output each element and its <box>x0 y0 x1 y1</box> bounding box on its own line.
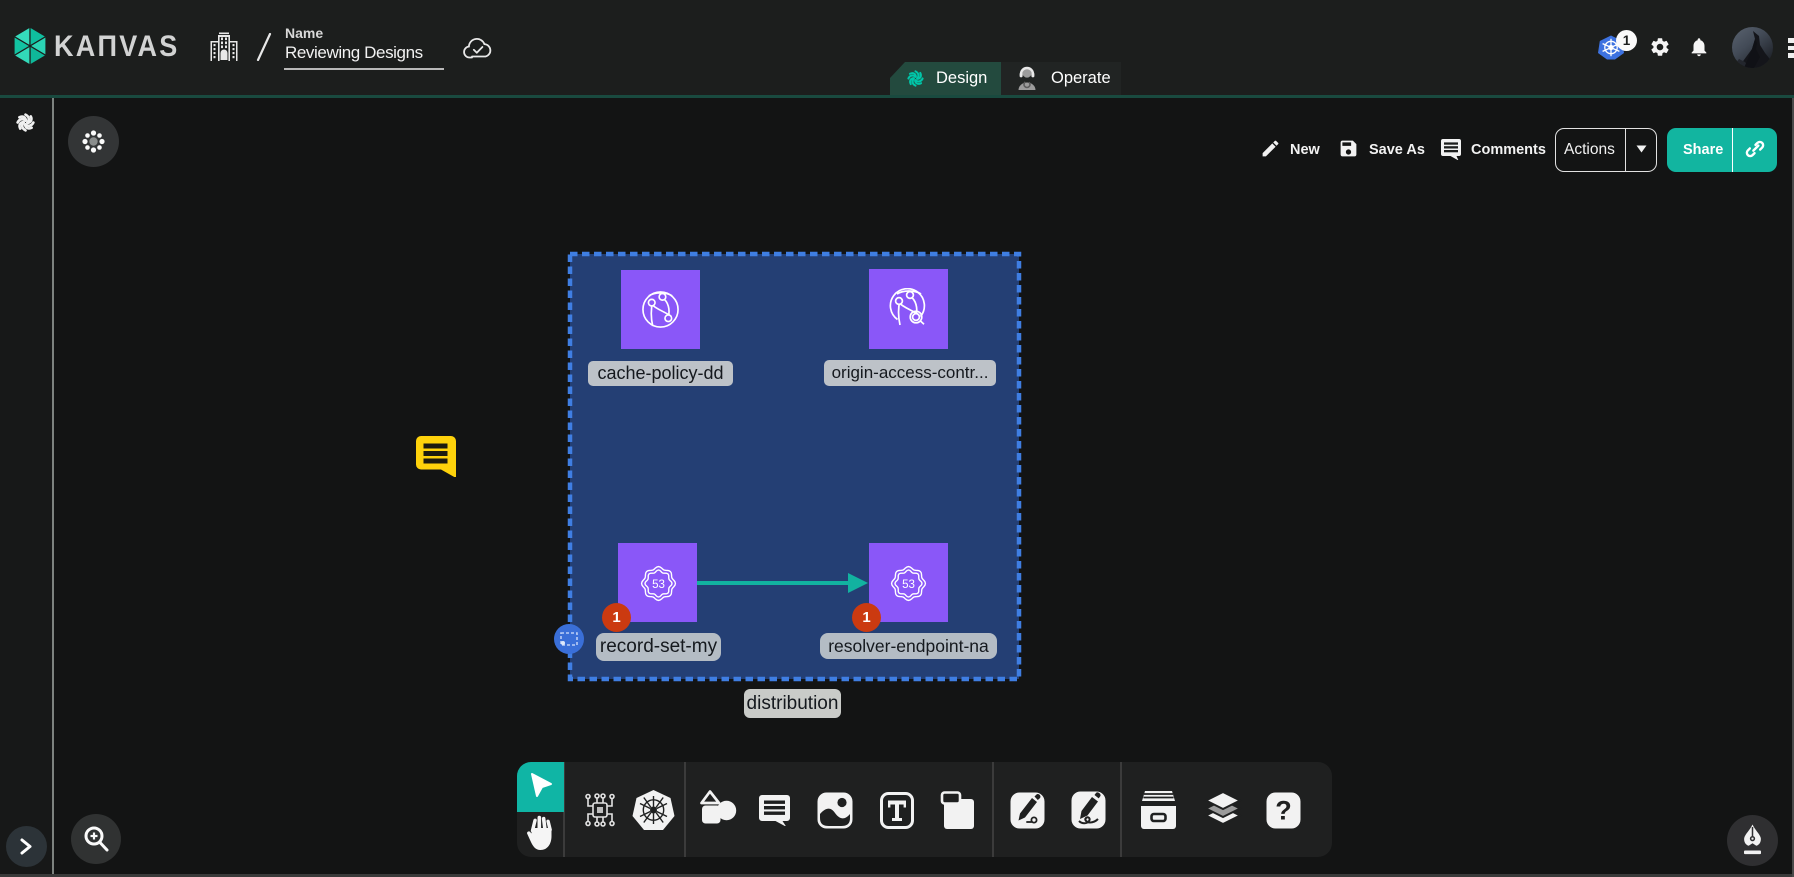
svg-text:53: 53 <box>652 579 665 591</box>
svg-text:53: 53 <box>902 579 915 591</box>
svg-text:?: ? <box>1275 796 1292 826</box>
